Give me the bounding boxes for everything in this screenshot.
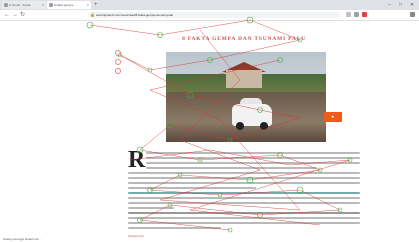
status-bar: Sedang menunggu liputan6.com... (3, 238, 42, 241)
close-tab-icon[interactable]: × (42, 1, 44, 9)
tab-gmail[interactable]: G Gmail - Kotak... × (2, 1, 46, 9)
gmail-favicon-icon (4, 3, 8, 7)
menu-icon[interactable] (410, 12, 415, 17)
share-twitter-icon[interactable] (115, 59, 121, 65)
drop-cap: R (128, 147, 146, 173)
back-arrow-icon[interactable]: ← (4, 11, 10, 19)
lock-icon: 🔒 (90, 12, 95, 17)
new-tab-button[interactable]: + (94, 1, 98, 9)
browser-toolbar: ← → ↻ 🔒 www.liputan6.com/news/read/8-fak… (0, 10, 419, 21)
paragraph-3 (128, 192, 360, 212)
maximize-button[interactable]: □ (399, 0, 402, 10)
star-icon[interactable] (346, 12, 351, 17)
next-image-button[interactable]: ▸ (324, 112, 342, 122)
hero-image (166, 52, 326, 142)
tab-label: 8 fakta gempa... (54, 3, 76, 7)
adblock-icon[interactable] (362, 12, 367, 17)
see-more-link[interactable]: Selanjutnya (128, 234, 144, 238)
browser-tab-strip: G Gmail - Kotak... × 8 fakta gempa... × … (0, 0, 419, 10)
address-bar[interactable]: 🔒 www.liputan6.com/news/read/8-fakta-gem… (88, 12, 340, 18)
close-tab-icon[interactable]: × (87, 1, 89, 9)
paragraph-4 (128, 212, 360, 232)
share-facebook-icon[interactable] (115, 50, 121, 56)
share-whatsapp-icon[interactable] (115, 68, 121, 74)
tab-article[interactable]: 8 fakta gempa... × (47, 1, 91, 9)
article-container: 8 FAKTA GEMPA DAN TSUNAMI PALU ▸ R Selan… (128, 22, 360, 238)
forward-arrow-icon[interactable]: → (12, 11, 18, 19)
paragraph-2 (128, 172, 360, 192)
site-favicon-icon (49, 3, 53, 7)
close-window-button[interactable]: ✕ (410, 0, 414, 10)
share-sidebar (115, 50, 123, 77)
reload-icon[interactable]: ↻ (20, 11, 25, 19)
paragraph-1 (146, 152, 360, 172)
extension-icon[interactable] (354, 12, 359, 17)
article-title: 8 FAKTA GEMPA DAN TSUNAMI PALU (182, 36, 306, 42)
url-text: www.liputan6.com/news/read/8-fakta-gempa… (96, 13, 174, 17)
minimize-button[interactable]: – (388, 0, 391, 10)
tab-label: G Gmail - Kotak... (9, 3, 33, 7)
